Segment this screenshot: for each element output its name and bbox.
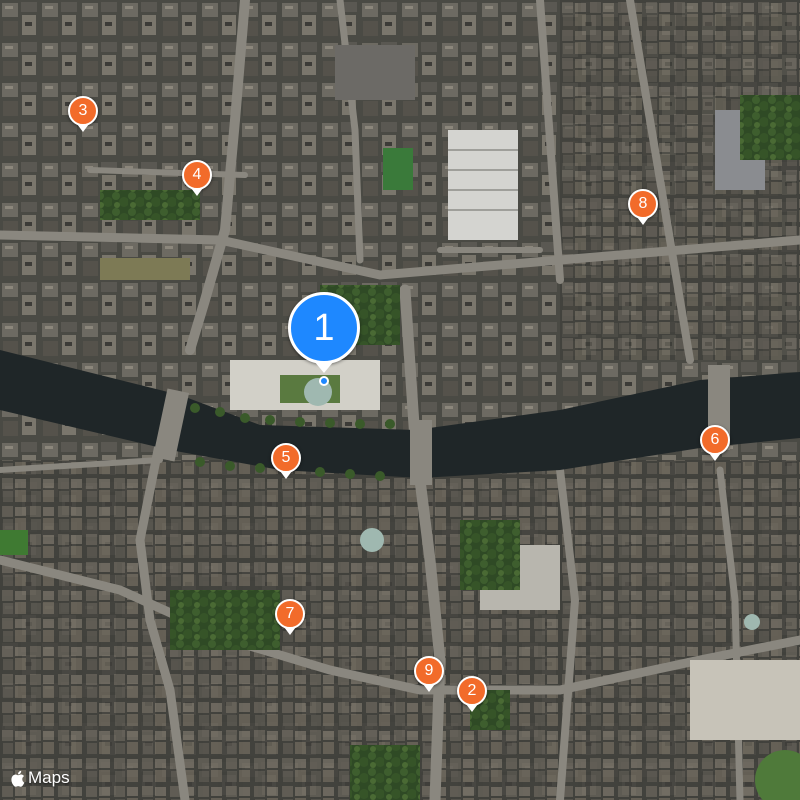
pin-4-badge: 4 xyxy=(182,160,212,190)
pin-4-pointer xyxy=(191,188,203,196)
satellite-imagery xyxy=(0,0,800,800)
pin-8-badge: 8 xyxy=(628,189,658,219)
pin-7-badge: 7 xyxy=(275,599,305,629)
pin-7-label: 7 xyxy=(285,605,295,622)
map-pin-9[interactable]: 9 xyxy=(414,656,444,692)
map-pin-6[interactable]: 6 xyxy=(700,425,730,461)
bridge xyxy=(410,420,432,485)
pin-3-pointer xyxy=(77,124,89,132)
location-dot xyxy=(319,376,329,386)
pin-6-label: 6 xyxy=(710,431,720,448)
satellite-map[interactable]: 1 2 3 4 5 6 7 8 9 Maps xyxy=(0,0,800,800)
pin-5-badge: 5 xyxy=(271,443,301,473)
map-pin-8[interactable]: 8 xyxy=(628,189,658,225)
map-pin-5[interactable]: 5 xyxy=(271,443,301,479)
pin-9-pointer xyxy=(423,684,435,692)
pin-8-pointer xyxy=(637,217,649,225)
map-pin-2[interactable]: 2 xyxy=(457,676,487,712)
pin-2-label: 2 xyxy=(467,682,477,699)
map-pin-4[interactable]: 4 xyxy=(182,160,212,196)
attribution-label: Maps xyxy=(28,768,70,787)
pin-8-label: 8 xyxy=(638,195,648,212)
pin-1-label: 1 xyxy=(313,306,335,349)
pin-9-badge: 9 xyxy=(414,656,444,686)
apple-logo-icon xyxy=(11,770,25,787)
pin-6-badge: 6 xyxy=(700,425,730,455)
map-pin-7[interactable]: 7 xyxy=(275,599,305,635)
pin-3-label: 3 xyxy=(78,102,88,119)
pin-6-pointer xyxy=(709,453,721,461)
pin-2-pointer xyxy=(466,704,478,712)
pin-1-pointer xyxy=(314,361,334,373)
pin-9-label: 9 xyxy=(424,662,434,679)
pin-5-pointer xyxy=(280,471,292,479)
map-pin-3[interactable]: 3 xyxy=(68,96,98,132)
pin-1-badge: 1 xyxy=(288,292,360,364)
pin-2-badge: 2 xyxy=(457,676,487,706)
pin-4-label: 4 xyxy=(192,166,202,183)
pin-3-badge: 3 xyxy=(68,96,98,126)
pin-7-pointer xyxy=(284,627,296,635)
map-pin-1[interactable]: 1 xyxy=(288,292,360,386)
maps-attribution[interactable]: Maps xyxy=(10,768,70,788)
pin-5-label: 5 xyxy=(281,449,291,466)
